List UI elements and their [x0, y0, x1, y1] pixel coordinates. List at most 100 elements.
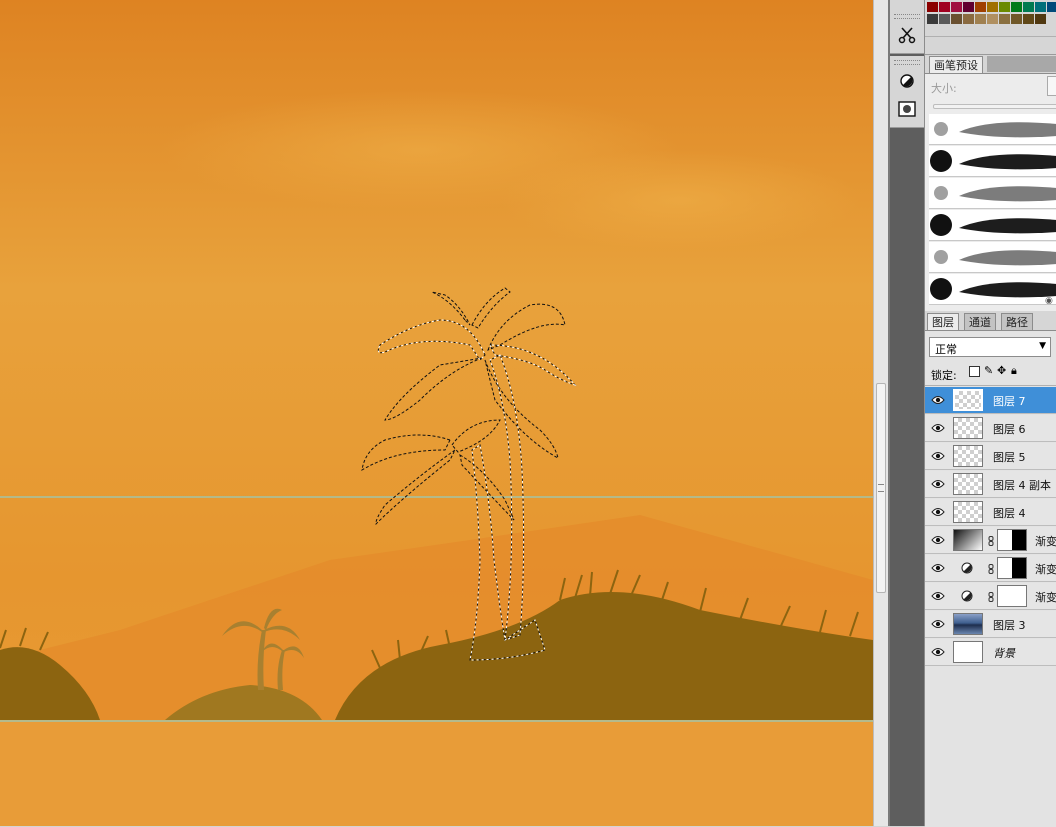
scroll-thumb[interactable] [876, 383, 886, 593]
color-swatch[interactable] [951, 2, 962, 12]
layer-thumbnail[interactable] [997, 557, 1027, 579]
color-swatch[interactable] [1047, 2, 1056, 12]
layer-thumbnail[interactable] [997, 529, 1027, 551]
swatches-panel [925, 0, 1056, 55]
color-swatch[interactable] [963, 14, 974, 24]
color-swatch[interactable] [999, 2, 1010, 12]
swatch-row[interactable] [927, 14, 1047, 24]
brush-stroke-icon [930, 214, 1056, 236]
layer-name: 背景 [993, 647, 1015, 660]
layer-thumbnail[interactable] [953, 529, 983, 551]
color-swatch[interactable] [951, 14, 962, 24]
color-swatch[interactable] [927, 2, 938, 12]
divider [925, 36, 1056, 37]
layer-row[interactable]: 图层 4 副本 [925, 471, 1056, 498]
color-swatch[interactable] [1011, 2, 1022, 12]
burn-tool-button[interactable] [896, 70, 918, 92]
panel-tab-bar [987, 56, 1056, 72]
eye-icon[interactable] [931, 618, 945, 630]
scroll-grip-icon [878, 484, 884, 492]
eye-icon[interactable] [931, 646, 945, 658]
color-swatch[interactable] [975, 2, 986, 12]
brush-preset[interactable] [929, 242, 1056, 273]
tab-channels[interactable]: 通道 [964, 313, 996, 330]
eye-icon[interactable] [931, 590, 945, 602]
color-swatch[interactable] [963, 2, 974, 12]
lock-transparency-icon[interactable] [969, 366, 980, 377]
swatch-row[interactable] [927, 2, 1056, 12]
brush-presets-panel: 画笔预设 大小: ◉ [925, 56, 1056, 311]
link-chain-icon[interactable] [988, 591, 994, 602]
brush-stroke-icon [934, 122, 1056, 138]
eye-icon[interactable] [931, 422, 945, 434]
blend-mode-select[interactable]: 正常 ▼ [929, 337, 1051, 357]
layer-row[interactable]: 图层 5 [925, 443, 1056, 470]
layer-thumbnail[interactable] [953, 389, 983, 411]
layer-row[interactable]: 渐变 [925, 527, 1056, 554]
color-swatch[interactable] [1023, 14, 1034, 24]
layer-name: 图层 4 副本 [993, 479, 1051, 492]
eye-icon[interactable] [931, 394, 945, 406]
layer-name: 图层 4 [993, 507, 1026, 520]
lock-position-icon[interactable]: ✥ [997, 364, 1006, 377]
color-swatch[interactable] [939, 14, 950, 24]
layer-row[interactable]: 图层 6 [925, 415, 1056, 442]
panel-grip-icon[interactable] [894, 14, 920, 19]
layer-thumbnail[interactable] [953, 473, 983, 495]
eye-icon[interactable] [931, 506, 945, 518]
lock-label: 锁定: [931, 369, 957, 382]
eye-icon[interactable] [931, 450, 945, 462]
layer-row[interactable]: 图层 7 [925, 387, 1056, 414]
cloud [500, 150, 860, 250]
color-swatch[interactable] [975, 14, 986, 24]
color-swatch[interactable] [1011, 14, 1022, 24]
color-swatch[interactable] [999, 14, 1010, 24]
color-swatch[interactable] [1023, 2, 1034, 12]
vertical-scrollbar[interactable] [873, 0, 888, 826]
scissors-tool-button[interactable] [896, 24, 918, 46]
eye-icon[interactable] [931, 562, 945, 574]
color-swatch[interactable] [939, 2, 950, 12]
brush-preset[interactable] [929, 210, 1056, 241]
layer-thumbnail[interactable] [953, 613, 983, 635]
tab-brush-presets[interactable]: 画笔预设 [929, 56, 983, 73]
brush-preset[interactable] [929, 274, 1056, 305]
layer-thumbnail[interactable] [953, 641, 983, 663]
layer-name: 图层 7 [993, 395, 1026, 408]
layer-thumbnail[interactable] [953, 417, 983, 439]
tab-paths[interactable]: 路径 [1001, 313, 1033, 330]
adjustment-icon [961, 590, 973, 602]
brush-size-field[interactable] [1047, 76, 1056, 96]
brush-preset[interactable] [929, 114, 1056, 145]
color-swatch[interactable] [1035, 2, 1046, 12]
brush-stroke-icon [930, 278, 1056, 300]
document-canvas[interactable] [0, 0, 873, 826]
eye-icon[interactable] [931, 478, 945, 490]
layer-thumbnail[interactable] [953, 501, 983, 523]
link-chain-icon[interactable] [988, 535, 994, 546]
tab-layers[interactable]: 图层 [927, 313, 959, 330]
layer-row[interactable]: 图层 4 [925, 499, 1056, 526]
eye-icon[interactable]: ◉ [1045, 296, 1053, 306]
color-swatch[interactable] [1035, 14, 1046, 24]
eye-icon[interactable] [931, 534, 945, 546]
brush-preset[interactable] [929, 146, 1056, 177]
lock-pixels-icon[interactable]: ✎ [984, 364, 993, 377]
layer-row[interactable]: 背景 [925, 639, 1056, 666]
layer-row[interactable]: 渐变 [925, 555, 1056, 582]
panel-grip-icon[interactable] [894, 60, 920, 65]
layer-row[interactable]: 图层 3 [925, 611, 1056, 638]
brush-size-slider[interactable] [933, 104, 1056, 109]
quick-mask-button[interactable] [896, 98, 918, 120]
burn-icon [900, 74, 914, 88]
color-swatch[interactable] [927, 14, 938, 24]
color-swatch[interactable] [987, 2, 998, 12]
layer-thumbnail[interactable] [953, 445, 983, 467]
color-swatch[interactable] [987, 14, 998, 24]
layer-row[interactable]: 渐变 [925, 583, 1056, 610]
link-chain-icon[interactable] [988, 563, 994, 574]
layer-thumbnail[interactable] [997, 585, 1027, 607]
layer-name: 渐变 [1035, 563, 1056, 576]
lock-all-icon[interactable]: 🔒︎ [1011, 364, 1017, 378]
brush-preset[interactable] [929, 178, 1056, 209]
